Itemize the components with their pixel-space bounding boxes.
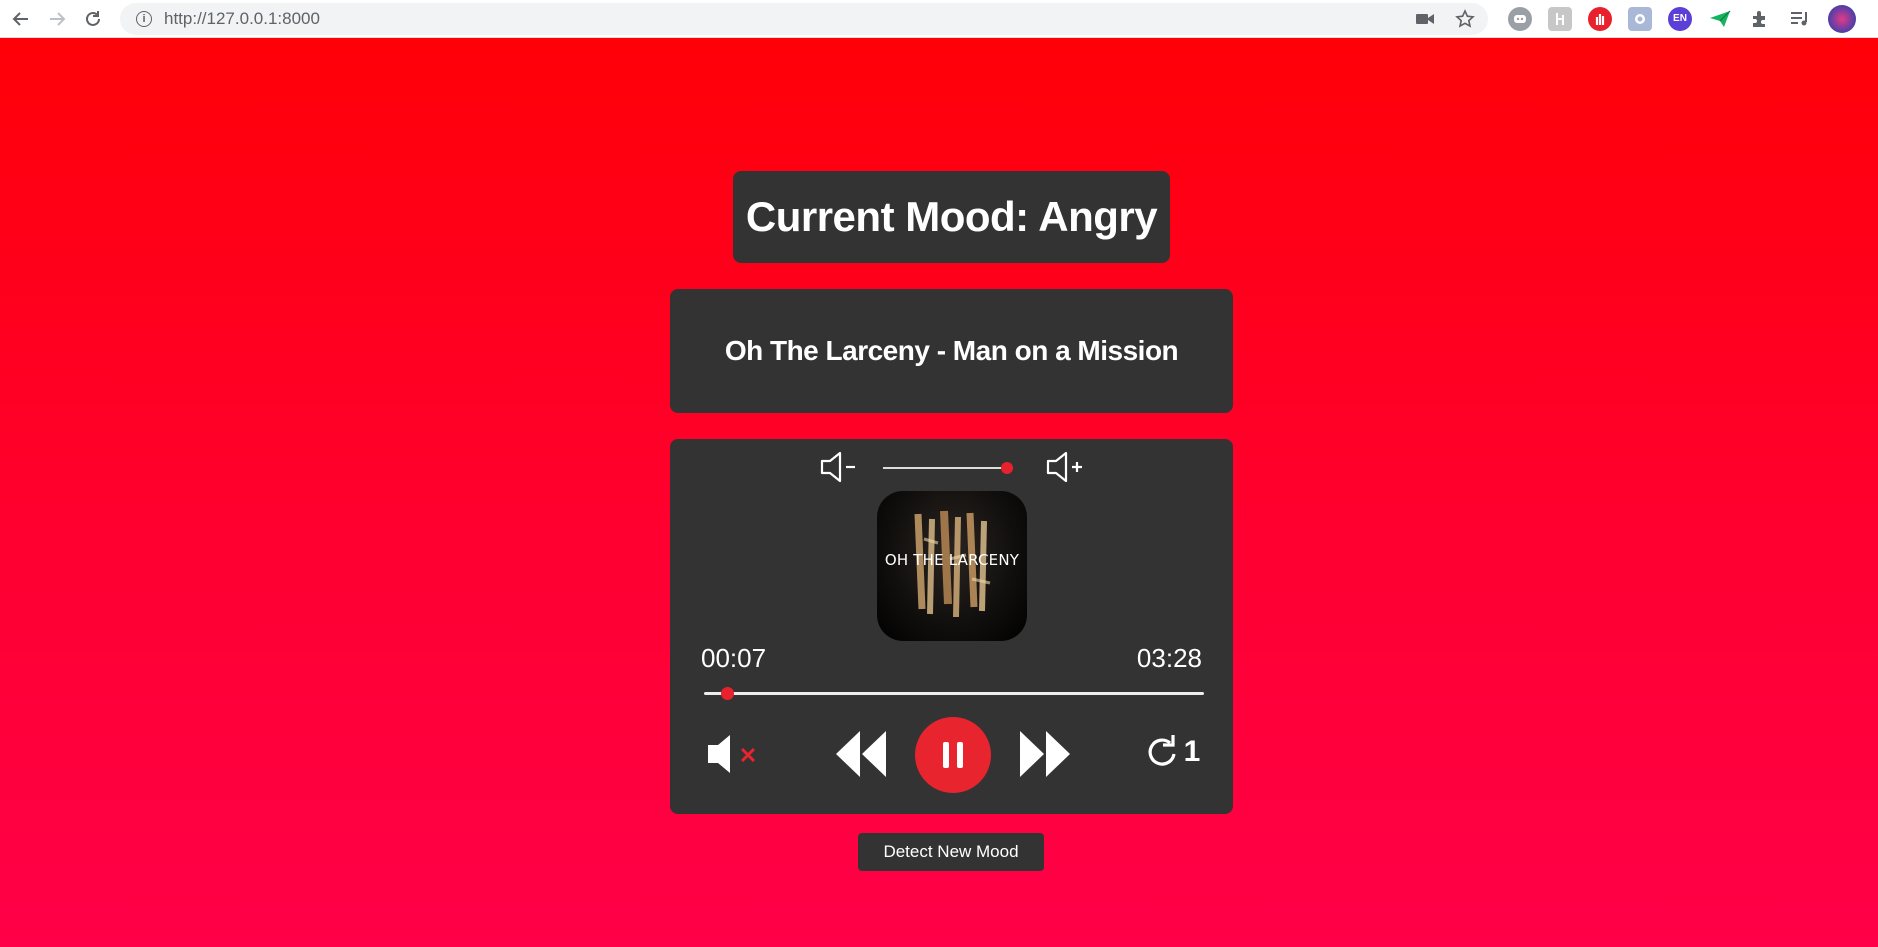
- camera-icon[interactable]: [1412, 6, 1438, 32]
- repeat-button[interactable]: 1: [1140, 727, 1204, 777]
- pause-button[interactable]: [915, 717, 991, 793]
- volume-slider-handle[interactable]: [1000, 462, 1013, 474]
- music-player: OH THE LARCENY 00:07 03:28 1: [670, 439, 1233, 814]
- profile-avatar[interactable]: [1828, 4, 1856, 33]
- reload-button[interactable]: [78, 4, 108, 34]
- puzzle-ext-icon[interactable]: [1548, 6, 1572, 31]
- media-queue-icon[interactable]: [1788, 7, 1812, 31]
- fast-forward-icon: [1020, 731, 1070, 777]
- discord-icon[interactable]: [1508, 6, 1532, 31]
- pause-icon: [943, 742, 963, 768]
- current-time: 00:07: [701, 643, 767, 673]
- repeat-count: 1: [1183, 735, 1201, 768]
- rewind-icon: [836, 731, 886, 777]
- cover-artist-text: OH THE LARCENY: [884, 551, 1020, 569]
- back-arrow-icon: [12, 11, 28, 26]
- url-text: http://127.0.0.1:8000: [164, 8, 320, 28]
- current-mood-heading: Current Mood: Angry: [733, 171, 1170, 263]
- bookmark-star-icon[interactable]: [1452, 6, 1478, 32]
- en-ext-icon[interactable]: EN: [1668, 6, 1692, 31]
- back-button[interactable]: [6, 4, 36, 34]
- paper-plane-icon[interactable]: [1708, 7, 1732, 31]
- page-background: Current Mood: Angry Oh The Larceny - Man…: [0, 38, 1878, 947]
- volume-control: [818, 447, 1088, 487]
- forward-arrow-icon: [50, 11, 66, 26]
- album-cover: OH THE LARCENY: [877, 491, 1027, 641]
- detect-new-mood-button[interactable]: Detect New Mood: [858, 833, 1044, 871]
- volume-down-icon[interactable]: [818, 447, 862, 492]
- mute-button[interactable]: [706, 731, 766, 777]
- reload-icon: [86, 10, 100, 26]
- site-info-icon[interactable]: i: [136, 10, 152, 27]
- fast-forward-button[interactable]: [1018, 729, 1072, 779]
- browser-toolbar: i http://127.0.0.1:8000 EN: [0, 0, 1878, 38]
- muted-speaker-icon: [708, 735, 756, 773]
- track-title-panel: Oh The Larceny - Man on a Mission: [670, 289, 1233, 413]
- address-bar[interactable]: i http://127.0.0.1:8000: [120, 2, 1488, 35]
- extensions-puzzle-icon[interactable]: [1748, 7, 1772, 31]
- rewind-button[interactable]: [834, 729, 888, 779]
- stop-hand-icon[interactable]: [1588, 6, 1612, 31]
- en-badge-text: EN: [1673, 13, 1687, 24]
- track-duration: 03:28: [1136, 643, 1202, 673]
- forward-button[interactable]: [42, 4, 72, 34]
- track-title: Oh The Larceny - Man on a Mission: [724, 335, 1179, 366]
- volume-up-icon[interactable]: [1044, 447, 1088, 492]
- repeat-icon: [1148, 735, 1176, 766]
- volume-slider-track[interactable]: [883, 467, 1013, 469]
- progress-handle[interactable]: [720, 687, 734, 700]
- progress-bar[interactable]: [704, 692, 1204, 695]
- circle-ext-icon[interactable]: [1628, 6, 1652, 31]
